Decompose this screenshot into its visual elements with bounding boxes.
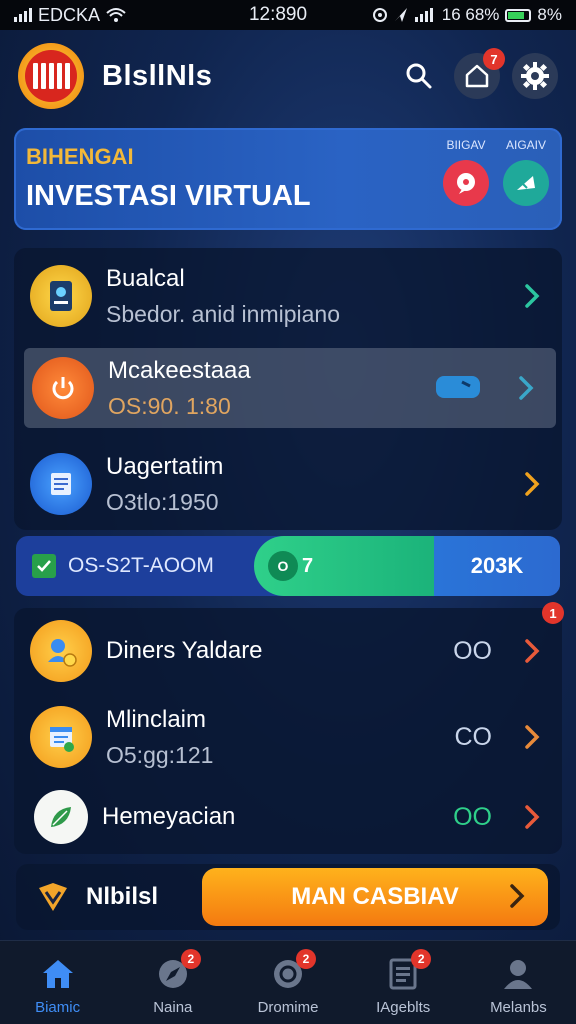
location-icon [394, 8, 407, 22]
list-item-title: Bualcal [106, 264, 185, 292]
chevron-right-icon [514, 638, 550, 664]
banner-action-1-label: BIIGAV [446, 138, 486, 152]
tab-label: Dromime [257, 999, 319, 1016]
status-left: EDCKA [14, 5, 214, 26]
list-item-value: OO [453, 636, 492, 665]
progress-fill: O 7 [254, 536, 434, 596]
home-badge: 7 [483, 48, 505, 70]
tab-profile[interactable]: Melanbs [461, 941, 576, 1024]
list-item[interactable]: Mlinclaim O5:gg:121 CO [14, 696, 562, 778]
list-item-value: OO [453, 802, 492, 831]
search-button[interactable] [396, 53, 442, 99]
report-icon [30, 453, 92, 515]
list-item-title: Mcakeestaaa [108, 356, 251, 384]
progress-pill: O [268, 551, 298, 581]
progress-value: 7 [302, 554, 314, 577]
list-item[interactable]: Bualcal Sbedor. anid inmipiano [14, 248, 562, 344]
share-icon [503, 160, 549, 206]
settings-button[interactable] [512, 53, 558, 99]
home-icon [38, 955, 78, 993]
banner-action-1[interactable]: BIIGAV [442, 138, 490, 206]
footer-label: Nlbilsl [86, 883, 159, 910]
app-header: BlsllNls 7 [0, 30, 576, 122]
list-item[interactable]: Uagertatim O3tlo:1950 [14, 438, 562, 530]
user-coin-icon [30, 620, 92, 682]
battery-percent: 8% [537, 5, 562, 24]
app-title: BlsllNls [102, 59, 213, 92]
gear-icon [521, 62, 549, 90]
document-list-icon: 2 [383, 949, 432, 993]
power-icon [32, 357, 94, 419]
compass-icon: 2 [153, 949, 201, 993]
status-right: 16 68% 8% [342, 5, 562, 25]
data-signal-icon [414, 8, 433, 22]
chevron-right-icon [514, 471, 550, 497]
promo-banner[interactable]: BIHENGAI INVESTASI VIRTUAL BIIGAV AIGAIV [14, 128, 562, 230]
check-icon [32, 554, 56, 578]
tab-4[interactable]: 2 IAgeblts [346, 941, 461, 1024]
tab-badge: 2 [180, 949, 201, 969]
progress-bar[interactable]: OS-S2T-AOOM O 7 203K [16, 536, 560, 596]
main-cta-button[interactable]: MAN CASBIAV [202, 868, 548, 926]
carrier-name: EDCKA [38, 4, 101, 25]
top-list-card: Bualcal Sbedor. anid inmipiano Mcakeesta… [14, 248, 562, 530]
home-button[interactable]: 7 [454, 48, 505, 99]
progress-label: OS-S2T-AOOM [68, 554, 214, 577]
calendar-icon [30, 706, 92, 768]
tab-label: IAgeblts [376, 999, 431, 1016]
list-item-title: Diners Yaldare [106, 637, 263, 664]
app-logo [18, 43, 84, 109]
list-item-title: Hemeyacian [102, 803, 236, 830]
card-icon [434, 372, 482, 405]
list-item-subtitle: Sbedor. anid inmipiano [106, 300, 340, 327]
list-item-title: Mlinclaim [106, 705, 207, 733]
bottom-list-card: 1 Diners Yaldare OO Mlinclaim O5:gg:121 … [14, 602, 564, 854]
tab-label: Biamic [35, 999, 81, 1016]
tab-label: Naina [153, 999, 193, 1016]
banner-actions: BIIGAV AIGAIV [442, 138, 550, 206]
chevron-right-icon [514, 724, 550, 750]
tab-label: Melanbs [490, 999, 547, 1016]
tab-home[interactable]: Biamic [0, 941, 115, 1024]
battery-icon [505, 8, 532, 22]
progress-total: 203K [434, 536, 560, 596]
list-item-subtitle: OS:90. 1:80 [108, 392, 231, 419]
tab-badge: 2 [411, 949, 432, 969]
footer-card: Nlbilsl MAN CASBIAV [16, 864, 560, 930]
list-item-subtitle: O5:gg:121 [106, 741, 214, 768]
alarm-icon [372, 8, 387, 22]
list-item-subtitle: O3tlo:1950 [106, 488, 219, 515]
tab-2[interactable]: 2 Naina [115, 941, 230, 1024]
status-bar: EDCKA 12:890 16 68% 8% [0, 0, 576, 30]
list-item-title: Uagertatim [106, 452, 224, 480]
chevron-right-icon [510, 884, 525, 908]
list-item[interactable]: Hemeyacian OO [14, 780, 562, 854]
refresh-icon: 2 [268, 949, 316, 993]
document-icon [30, 265, 92, 327]
leaf-icon [34, 790, 88, 844]
chevron-right-icon [514, 283, 550, 309]
search-icon [406, 63, 432, 89]
user-icon [498, 955, 538, 993]
battery-text: 16 68% [441, 5, 500, 24]
tab-3[interactable]: 2 Dromime [230, 941, 345, 1024]
chevron-right-icon [514, 804, 550, 830]
cta-label: MAN CASBIAV [291, 883, 459, 910]
bottom-tab-bar: Biamic 2 Naina 2 Dromime 2 IAgeblts Mela… [0, 940, 576, 1024]
list-item[interactable]: Mcakeestaaa OS:90. 1:80 [24, 348, 556, 428]
status-time: 12:890 [248, 4, 308, 25]
chat-icon [443, 160, 489, 206]
wifi-icon [106, 8, 126, 22]
signal-icon [14, 8, 32, 22]
banner-action-2[interactable]: AIGAIV [502, 138, 550, 206]
shield-icon [39, 883, 67, 911]
banner-action-2-label: AIGAIV [505, 138, 546, 152]
list-item[interactable]: Diners Yaldare OO [14, 608, 562, 694]
list-item-value: CO [454, 722, 493, 751]
tab-badge: 2 [296, 949, 316, 969]
chevron-right-icon [508, 375, 544, 401]
